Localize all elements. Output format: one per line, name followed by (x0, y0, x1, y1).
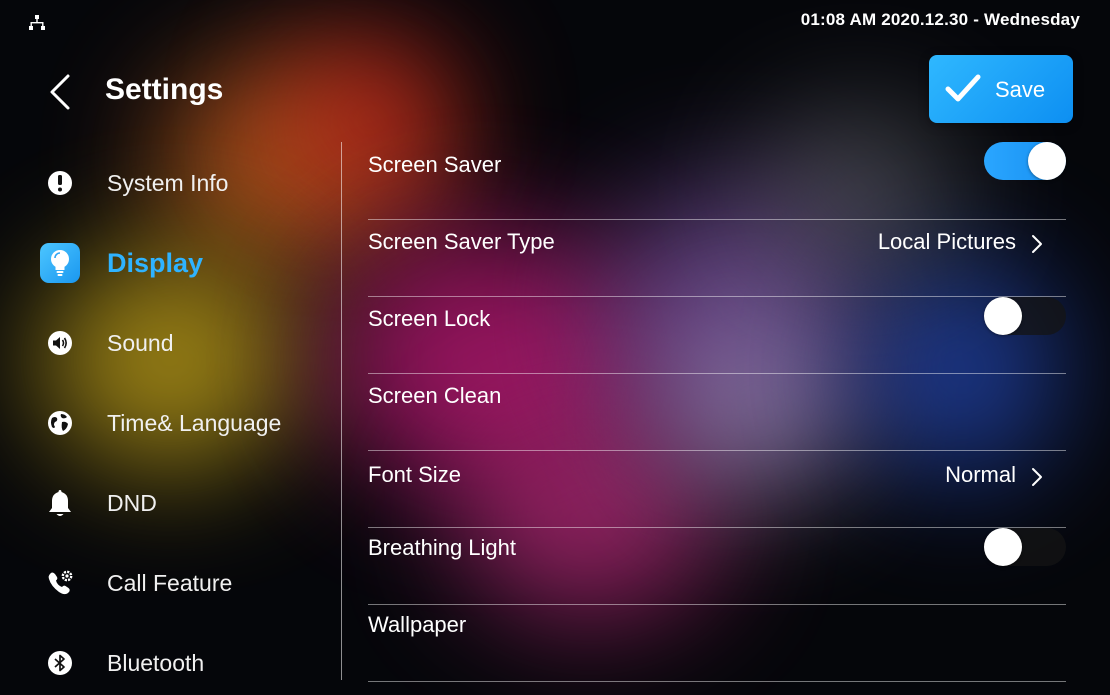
sidebar-item-label: Call Feature (107, 569, 233, 596)
toggle-knob (984, 528, 1022, 566)
datetime-text: 01:08 AM 2020.12.30 - Wednesday (800, 10, 1080, 29)
setting-label: Breathing Light (368, 535, 516, 560)
network-tree-icon (29, 15, 45, 30)
setting-label: Wallpaper (368, 612, 467, 637)
sidebar-item-label: Bluetooth (107, 649, 205, 676)
sidebar-item-bluetooth[interactable]: Bluetooth (40, 638, 340, 688)
setting-row-screen-lock: Screen Lock (368, 296, 1066, 374)
bluetooth-icon (40, 643, 80, 683)
save-button[interactable]: Save (929, 55, 1073, 123)
sidebar-item-label: System Info (107, 169, 229, 196)
phone-gear-icon (40, 563, 80, 603)
page-title: Settings (105, 73, 224, 106)
setting-row-screen-saver-type[interactable]: Screen Saver Type Local Pictures (368, 219, 1066, 297)
save-button-label: Save (995, 77, 1046, 102)
setting-row-wallpaper[interactable]: Wallpaper (368, 604, 1066, 682)
sidebar-item-label: Time& Language (107, 409, 282, 436)
settings-screen: 01:08 AM 2020.12.30 - Wednesday Settings… (0, 0, 1110, 695)
chevron-right-icon (1032, 235, 1042, 253)
sidebar-item-label: Display (107, 247, 204, 278)
speaker-icon (40, 323, 80, 363)
setting-label: Screen Lock (368, 306, 491, 331)
sidebar-item-display[interactable]: Display (40, 238, 340, 288)
setting-row-screen-clean[interactable]: Screen Clean (368, 373, 1066, 451)
chevron-right-icon (1032, 468, 1042, 486)
sidebar-item-dnd[interactable]: DND (40, 478, 340, 528)
setting-row-screen-saver: Screen Saver (368, 142, 1066, 220)
setting-row-breathing-light: Breathing Light (368, 527, 1066, 605)
setting-label: Screen Saver Type (368, 229, 555, 254)
checkmark-icon (945, 74, 981, 102)
lightbulb-icon (40, 243, 80, 283)
toggle-knob (1028, 142, 1066, 180)
sidebar-item-label: Sound (107, 329, 174, 356)
status-bar: 01:08 AM 2020.12.30 - Wednesday (0, 0, 1110, 40)
sidebar-divider (341, 142, 342, 680)
globe-icon (40, 403, 80, 443)
breathing-light-toggle[interactable] (984, 528, 1066, 566)
sidebar-item-label: DND (107, 489, 157, 516)
toggle-knob (984, 297, 1022, 335)
setting-label: Screen Saver (368, 152, 502, 177)
bell-icon (40, 483, 80, 523)
info-exclamation-icon (40, 163, 80, 203)
setting-row-font-size[interactable]: Font Size Normal (368, 450, 1066, 528)
sidebar-item-sound[interactable]: Sound (40, 318, 340, 368)
sidebar-item-call-feature[interactable]: Call Feature (40, 558, 340, 608)
setting-label: Screen Clean (368, 383, 502, 408)
screen-lock-toggle[interactable] (984, 297, 1066, 335)
chevron-left-icon[interactable] (46, 72, 76, 112)
screen-saver-toggle[interactable] (984, 142, 1066, 180)
setting-value: Local Pictures (877, 229, 1016, 254)
setting-value: Normal (945, 462, 1016, 487)
sidebar-item-time-language[interactable]: Time& Language (40, 398, 340, 448)
setting-label: Font Size (368, 462, 461, 487)
sidebar-item-system-info[interactable]: System Info (40, 158, 340, 208)
